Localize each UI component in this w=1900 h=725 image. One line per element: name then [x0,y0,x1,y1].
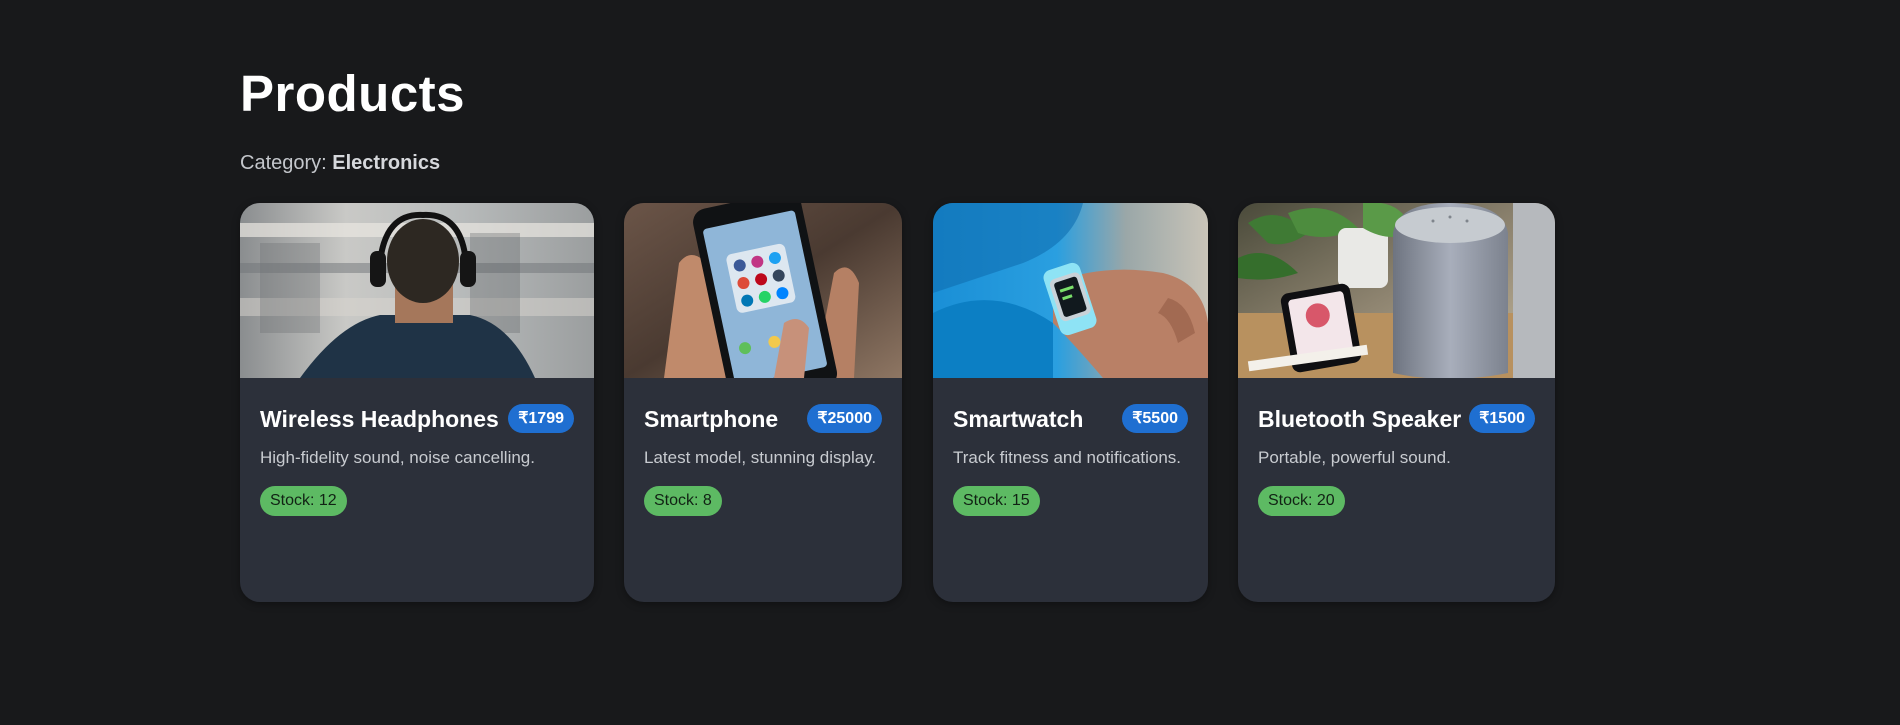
product-card-wireless-headphones[interactable]: Wireless Headphones ₹1799 High-fidelity … [240,203,594,602]
smartwatch-image [933,203,1208,378]
headphones-photo [240,203,594,378]
speaker-photo [1238,203,1555,378]
card-header: Smartwatch ₹5500 [953,404,1188,434]
stock-badge: Stock: 15 [953,486,1040,516]
speaker-image [1238,203,1555,378]
stock-badge: Stock: 8 [644,486,722,516]
headphones-image [240,203,594,378]
product-card-smartwatch[interactable]: Smartwatch ₹5500 Track fitness and notif… [933,203,1208,602]
product-card-bluetooth-speaker[interactable]: Bluetooth Speaker ₹1500 Portable, powerf… [1238,203,1555,602]
product-name: Bluetooth Speaker [1258,406,1462,432]
price-badge: ₹25000 [807,404,882,433]
price-badge: ₹1500 [1469,404,1535,433]
smartphone-photo [624,203,902,378]
price-badge: ₹5500 [1122,404,1188,433]
smartphone-image [624,203,902,378]
product-description: Portable, powerful sound. [1258,448,1451,467]
product-name: Smartwatch [953,406,1084,432]
product-description: High-fidelity sound, noise cancelling. [260,448,535,467]
category-label: Category: [240,152,333,174]
stock-badge: Stock: 12 [260,486,347,516]
product-name: Wireless Headphones [260,406,499,432]
card-header: Smartphone ₹25000 [644,404,882,434]
category-line: Category: Electronics [240,153,440,173]
card-header: Wireless Headphones ₹1799 [260,404,574,434]
stock-badge: Stock: 20 [1258,486,1345,516]
smartwatch-photo [933,203,1208,378]
category-value: Electronics [332,152,441,174]
product-card-smartphone[interactable]: Smartphone ₹25000 Latest model, stunning… [624,203,902,602]
product-description: Track fitness and notifications. [953,448,1182,467]
price-badge: ₹1799 [508,404,574,433]
page-title: Products [240,65,466,122]
product-name: Smartphone [644,406,779,432]
card-header: Bluetooth Speaker ₹1500 [1258,404,1535,434]
product-description: Latest model, stunning display. [644,448,877,467]
